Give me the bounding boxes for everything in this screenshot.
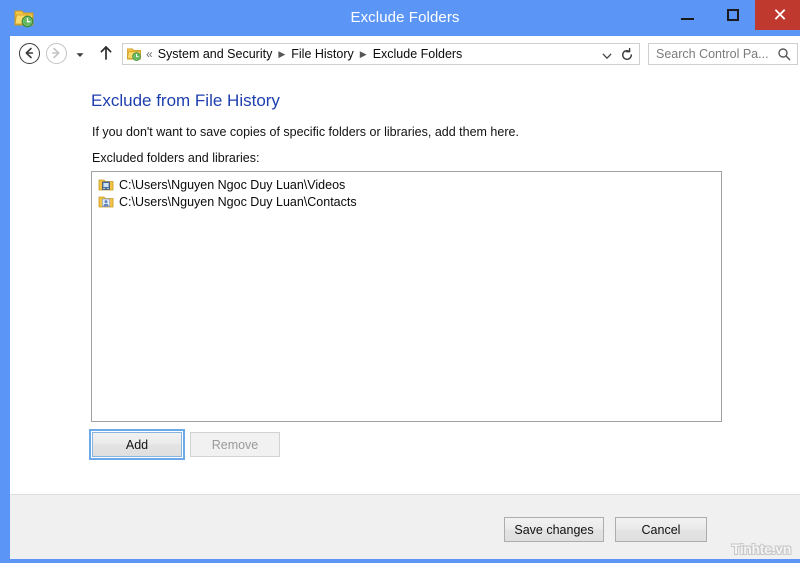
up-button[interactable] <box>98 44 114 62</box>
refresh-button[interactable] <box>619 47 635 63</box>
dialog-footer: Save changes Cancel Tinhte.vn <box>10 494 800 559</box>
search-box[interactable]: Search Control Pa... <box>648 43 798 65</box>
cancel-button-label: Cancel <box>641 522 681 537</box>
maximize-icon <box>726 9 739 21</box>
excluded-folders-list[interactable]: C:\Users\Nguyen Ngoc Duy Luan\Videos C:\… <box>91 171 722 422</box>
address-prefix: « <box>146 47 153 61</box>
folder-contacts-icon <box>98 194 114 210</box>
forward-arrow-icon <box>51 47 60 59</box>
folder-history-icon <box>126 46 142 62</box>
minimize-button[interactable] <box>665 0 710 30</box>
content-area: Exclude from File History If you don't w… <box>10 70 800 494</box>
breadcrumb-item-system-and-security[interactable]: System and Security <box>158 47 273 61</box>
list-item-path: C:\Users\Nguyen Ngoc Duy Luan\Contacts <box>119 194 357 209</box>
save-changes-label: Save changes <box>514 522 594 537</box>
close-icon: ✕ <box>772 5 788 25</box>
address-bar[interactable]: « System and Security ▶ File History ▶ E… <box>122 43 640 65</box>
forward-button[interactable] <box>46 43 67 64</box>
maximize-button[interactable] <box>710 0 755 30</box>
cancel-button[interactable]: Cancel <box>615 517 707 542</box>
list-item-path: C:\Users\Nguyen Ngoc Duy Luan\Videos <box>119 177 346 192</box>
recent-locations-button[interactable] <box>74 48 86 60</box>
page-description: If you don't want to save copies of spec… <box>92 125 519 139</box>
add-button-label: Add <box>125 437 149 452</box>
excluded-list-label: Excluded folders and libraries: <box>92 151 260 165</box>
breadcrumb-item-file-history[interactable]: File History <box>291 47 354 61</box>
remove-button: Remove <box>190 432 280 457</box>
back-button[interactable] <box>19 43 40 64</box>
chevron-down-icon <box>602 53 612 59</box>
watermark: Tinhte.vn <box>731 541 792 557</box>
breadcrumb-separator-icon: ▶ <box>278 48 286 59</box>
list-item[interactable]: C:\Users\Nguyen Ngoc Duy Luan\Contacts <box>92 193 721 210</box>
folder-videos-icon <box>98 177 114 193</box>
search-input[interactable]: Search Control Pa... <box>656 47 777 61</box>
remove-button-label: Remove <box>211 437 259 452</box>
add-button[interactable]: Add <box>89 429 185 460</box>
address-dropdown-button[interactable] <box>601 49 613 61</box>
chevron-down-icon <box>76 53 84 57</box>
breadcrumb-separator-icon: ▶ <box>359 48 367 59</box>
breadcrumb-item-exclude-folders[interactable]: Exclude Folders <box>373 47 463 61</box>
window-controls: ✕ <box>665 0 800 30</box>
minimize-icon <box>681 17 694 20</box>
up-arrow-icon <box>100 46 112 60</box>
navigation-bar: « System and Security ▶ File History ▶ E… <box>10 36 800 71</box>
back-arrow-icon <box>25 47 34 59</box>
window-frame: Exclude Folders ✕ « System and Security … <box>0 0 800 563</box>
refresh-icon <box>622 47 632 60</box>
search-icon <box>777 47 791 61</box>
save-changes-button[interactable]: Save changes <box>504 517 604 542</box>
close-button[interactable]: ✕ <box>755 0 800 30</box>
list-item[interactable]: C:\Users\Nguyen Ngoc Duy Luan\Videos <box>92 176 721 193</box>
title-bar: Exclude Folders ✕ <box>5 0 800 36</box>
page-title: Exclude from File History <box>91 91 280 110</box>
